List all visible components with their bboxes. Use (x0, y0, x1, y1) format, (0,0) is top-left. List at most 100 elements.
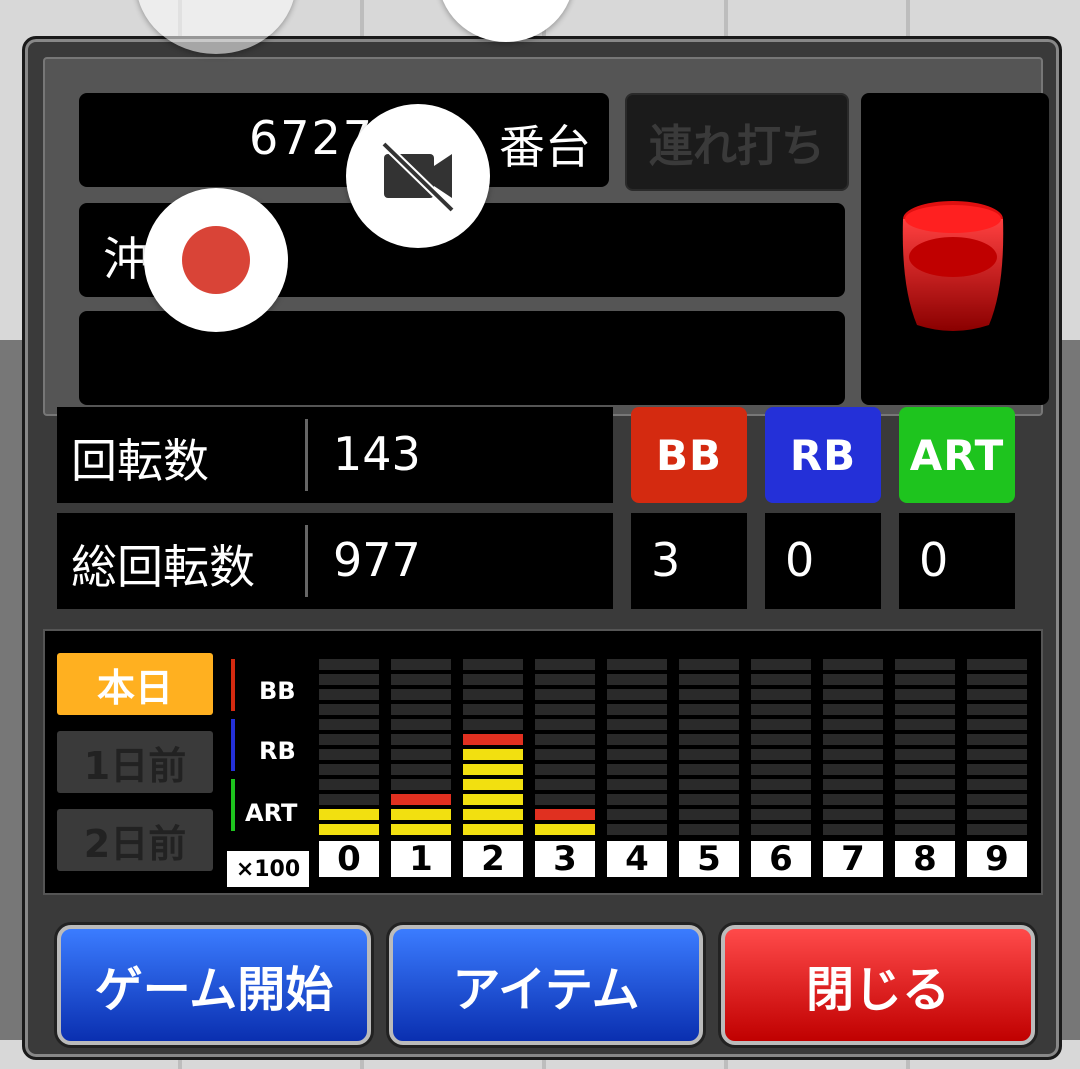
graph-segment (679, 779, 739, 790)
item-button[interactable]: アイテム (389, 925, 703, 1045)
graph-segment (967, 674, 1027, 685)
graph-segment (679, 704, 739, 715)
art-legend: ART (245, 799, 298, 827)
graph-segment (679, 749, 739, 760)
graph-segment (535, 689, 595, 700)
graph-segment (895, 809, 955, 820)
spins-value: 143 (333, 427, 421, 481)
machine-number-suffix: 番台 (499, 120, 591, 174)
record-button[interactable] (144, 188, 288, 332)
graph-segment (391, 779, 451, 790)
total-spins-label: 総回転数 (71, 540, 255, 594)
button-row: ゲーム開始 アイテム 閉じる (43, 907, 1039, 1045)
art-count-box: 0 (899, 513, 1015, 609)
graph-segment (967, 734, 1027, 745)
graph-segment (463, 794, 523, 805)
graph-segment (463, 674, 523, 685)
bb-count-box: 3 (631, 513, 747, 609)
graph-segment (319, 734, 379, 745)
graph-segment (319, 794, 379, 805)
graph-segment (391, 719, 451, 730)
graph-segment (823, 659, 883, 670)
tab-2-days-ago[interactable]: 2日前 (57, 809, 213, 871)
game-start-button[interactable]: ゲーム開始 (57, 925, 371, 1045)
graph-segment (463, 704, 523, 715)
graph-segment (607, 689, 667, 700)
graph-segment (679, 674, 739, 685)
graph-segment (967, 824, 1027, 835)
graph-segment (463, 809, 523, 820)
graph-segment (679, 659, 739, 670)
graph-segment (823, 719, 883, 730)
graph-segment (463, 719, 523, 730)
graph-segment (463, 779, 523, 790)
graph-segment (535, 794, 595, 805)
graph-segment (535, 719, 595, 730)
graph-segment (391, 734, 451, 745)
graph-segment (391, 794, 451, 805)
graph-segment (823, 674, 883, 685)
graph-segment (823, 779, 883, 790)
graph-segment (967, 764, 1027, 775)
graph-segment (607, 809, 667, 820)
rb-count: 0 (785, 533, 815, 587)
graph-segment (823, 824, 883, 835)
graph-segment (607, 824, 667, 835)
graph-segment (751, 749, 811, 760)
graph-segment (679, 719, 739, 730)
graph-segment (463, 734, 523, 745)
history-graph: 本日 1日前 2日前 BB RB ART ×100 0123456789 (43, 629, 1043, 895)
graph-segment (607, 779, 667, 790)
graph-segment (463, 824, 523, 835)
graph-column-label: 4 (607, 839, 667, 879)
bb-count: 3 (651, 533, 681, 587)
graph-segment (463, 659, 523, 670)
renda-button[interactable]: 連れ打ち (625, 93, 849, 191)
graph-segment (535, 674, 595, 685)
graph-segment (391, 704, 451, 715)
graph-segment (535, 809, 595, 820)
graph-segment (895, 689, 955, 700)
graph-segment (823, 794, 883, 805)
camera-off-button[interactable] (346, 104, 490, 248)
graph-segment (391, 824, 451, 835)
graph-segment (391, 674, 451, 685)
graph-segment (607, 674, 667, 685)
graph-column-label: 6 (751, 839, 811, 879)
graph-segment (607, 749, 667, 760)
graph-segment (967, 749, 1027, 760)
graph-segment (751, 659, 811, 670)
graph-segment (535, 659, 595, 670)
graph-segment (967, 689, 1027, 700)
close-button[interactable]: 閉じる (721, 925, 1035, 1045)
graph-segment (967, 779, 1027, 790)
tab-today[interactable]: 本日 (57, 653, 213, 715)
graph-segment (967, 704, 1027, 715)
graph-segment (535, 779, 595, 790)
divider (305, 525, 308, 597)
graph-segment (607, 764, 667, 775)
total-spins-row: 総回転数 977 (57, 513, 613, 609)
tab-1-day-ago[interactable]: 1日前 (57, 731, 213, 793)
graph-segment (679, 794, 739, 805)
art-count: 0 (919, 533, 949, 587)
graph-column-label: 2 (463, 839, 523, 879)
graph-segment (751, 779, 811, 790)
stats-area: 回転数 143 総回転数 977 BB RB ART 3 0 0 (43, 407, 1039, 619)
graph-segment (535, 764, 595, 775)
graph-segment (319, 719, 379, 730)
seat-lamp-icon (902, 201, 1004, 331)
graph-segment (751, 719, 811, 730)
graph-segment (607, 719, 667, 730)
machine-name: 沖 (103, 232, 149, 286)
graph-segment (679, 689, 739, 700)
graph-segment (967, 659, 1027, 670)
graph-column-label: 9 (967, 839, 1027, 879)
graph-column-label: 3 (535, 839, 595, 879)
graph-segment (679, 824, 739, 835)
graph-column-label: 8 (895, 839, 955, 879)
machine-number-box: 6727 番台 (79, 93, 609, 187)
rb-legend-bar (231, 719, 235, 771)
graph-segment (895, 749, 955, 760)
graph-segment (823, 764, 883, 775)
